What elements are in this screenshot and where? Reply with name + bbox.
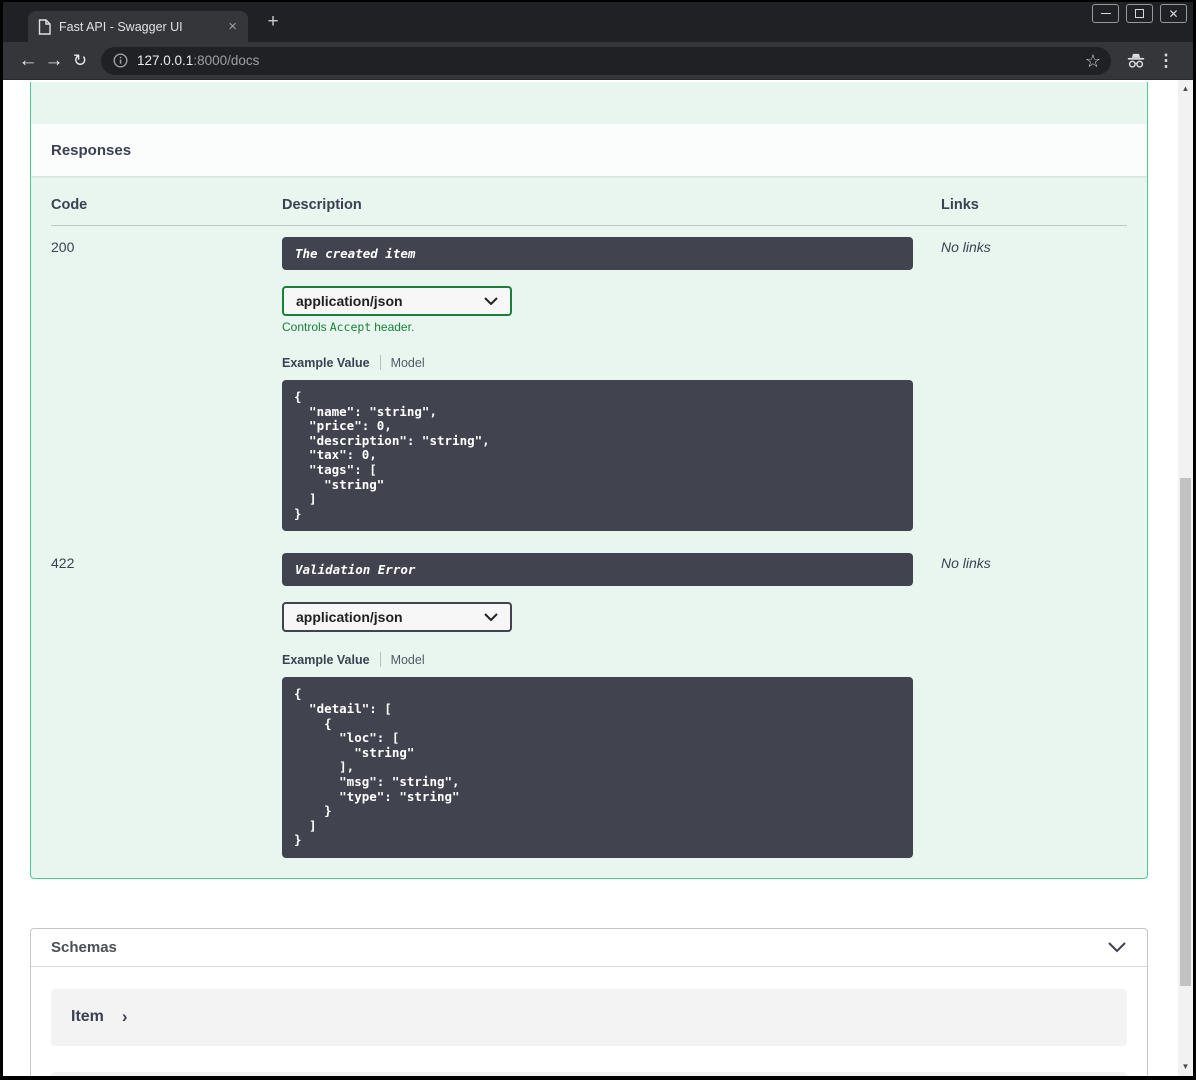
example-model-tabs: Example Value Model (282, 355, 941, 370)
example-model-tabs: Example Value Model (282, 652, 941, 668)
post-opblock: Responses Code Description Links 200 The… (30, 82, 1148, 879)
response-description-cell: Validation Error application/json Exampl… (282, 553, 941, 858)
example-json-block: { "detail": [ { "loc": [ "string" ], "ms… (282, 677, 913, 858)
scroll-down-icon[interactable]: ▼ (1178, 1060, 1193, 1074)
browser-tab[interactable]: Fast API - Swagger UI × (28, 11, 248, 42)
schemas-section: Schemas Item › ValidationError (30, 927, 1148, 1076)
address-bar[interactable]: 127.0.0.1:8000/docs ☆ (101, 46, 1111, 75)
tab-divider (379, 652, 381, 668)
accept-header-note: Controls Accept header. (282, 320, 941, 334)
response-description: The created item (282, 237, 913, 270)
response-row-200: 200 The created item application/json Co… (51, 226, 1127, 532)
tab-title: Fast API - Swagger UI (59, 19, 183, 34)
browser-toolbar: ← → ↻ 127.0.0.1:8000/docs ☆ ⋮ (3, 42, 1193, 80)
close-button[interactable]: ✕ (1160, 4, 1187, 23)
reload-icon[interactable]: ↻ (67, 51, 93, 70)
page-scrollbar[interactable]: ▲ ▼ (1178, 80, 1193, 1076)
page-favicon-icon (38, 18, 51, 35)
tab-close-icon[interactable]: × (225, 19, 240, 34)
swagger-page: Responses Code Description Links 200 The… (3, 80, 1178, 1076)
responses-title: Responses (51, 141, 132, 159)
col-header-description: Description (282, 197, 362, 213)
bookmark-star-icon[interactable]: ☆ (1081, 52, 1105, 70)
responses-table: Code Description Links 200 The created i… (31, 176, 1147, 878)
chevron-right-icon: › (121, 1007, 128, 1027)
url-text: 127.0.0.1:8000/docs (137, 53, 1081, 68)
page-content: Responses Code Description Links 200 The… (3, 80, 1193, 1076)
tab-example-value[interactable]: Example Value (282, 653, 370, 667)
chevron-down-icon (484, 613, 498, 622)
response-code: 200 (51, 239, 75, 255)
col-header-code: Code (51, 197, 88, 213)
maximize-icon (1135, 9, 1144, 18)
tab-example-value[interactable]: Example Value (282, 356, 370, 370)
responses-section-header: Responses (31, 124, 1147, 176)
response-row-422: 422 Validation Error application/json Ex… (51, 542, 1127, 858)
browser-menu-icon[interactable]: ⋮ (1151, 52, 1181, 69)
url-path: :8000/docs (193, 53, 260, 68)
responses-table-header: Code Description Links (51, 176, 1127, 226)
response-links: No links (941, 555, 991, 572)
menu-dots: ⋮ (1157, 51, 1175, 70)
response-links: No links (941, 239, 991, 255)
note-prefix: Controls (282, 320, 327, 334)
response-description: Validation Error (282, 553, 913, 587)
tab-divider (379, 355, 381, 370)
chevron-down-icon[interactable] (1107, 941, 1127, 953)
col-header-links: Links (941, 197, 979, 213)
new-tab-button[interactable]: + (261, 11, 285, 35)
response-code: 422 (51, 555, 75, 572)
scrollbar-thumb[interactable] (1180, 478, 1191, 986)
opblock-spacer (31, 82, 1147, 124)
schemas-title: Schemas (51, 938, 117, 956)
schemas-header[interactable]: Schemas (31, 929, 1147, 967)
back-icon[interactable]: ← (15, 51, 41, 70)
note-suffix: header. (374, 320, 415, 334)
browser-window: Fast API - Swagger UI × + ✕ ← → ↻ 127.0.… (0, 0, 1196, 1080)
media-type-value: application/json (296, 609, 403, 626)
media-type-select[interactable]: application/json (282, 602, 512, 633)
chevron-down-icon (484, 297, 498, 305)
note-code: Accept (329, 320, 372, 334)
schemas-body: Item › ValidationError › (31, 967, 1147, 1076)
browser-chrome: Fast API - Swagger UI × + ✕ ← → ↻ 127.0.… (3, 2, 1193, 1076)
incognito-icon (1121, 52, 1151, 69)
minimize-icon (1100, 13, 1111, 14)
close-icon: ✕ (1168, 6, 1179, 21)
response-description-cell: The created item application/json Contro… (282, 237, 941, 532)
site-info-icon[interactable] (113, 53, 128, 68)
media-type-select[interactable]: application/json (282, 286, 512, 316)
example-json-block: { "name": "string", "price": 0, "descrip… (282, 380, 913, 532)
url-host: 127.0.0.1 (137, 53, 194, 68)
tab-model[interactable]: Model (391, 356, 425, 370)
model-validation-error[interactable]: ValidationError › (51, 1071, 1127, 1076)
title-bar: Fast API - Swagger UI × + ✕ (3, 2, 1193, 42)
minimize-button[interactable] (1092, 4, 1119, 23)
model-name: Item (71, 1008, 104, 1026)
window-controls: ✕ (1092, 4, 1187, 23)
forward-icon[interactable]: → (41, 51, 67, 70)
maximize-button[interactable] (1126, 4, 1153, 23)
media-type-value: application/json (296, 293, 403, 309)
tab-model[interactable]: Model (391, 653, 425, 667)
model-item[interactable]: Item › (51, 988, 1127, 1046)
scroll-up-icon[interactable]: ▲ (1178, 82, 1193, 96)
